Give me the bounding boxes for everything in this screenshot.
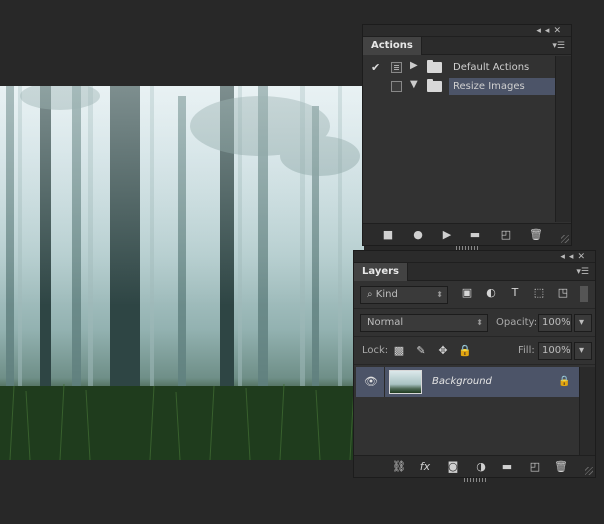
resize-grip[interactable] xyxy=(561,235,569,243)
opacity-label: Opacity: xyxy=(496,317,538,328)
adjustment-filter-icon[interactable]: ◐ xyxy=(484,286,498,300)
dialog-toggle-icon[interactable] xyxy=(391,81,402,92)
stop-icon[interactable]: ■ xyxy=(381,228,395,242)
folder-open-icon xyxy=(427,79,442,92)
actions-tabbar: Actions ▾☰ xyxy=(363,37,571,55)
lock-label: Lock: xyxy=(362,345,389,356)
actions-bottom-bar: ■ ● ▶ ▬ ◰ 🗑 xyxy=(363,223,571,245)
smart-object-filter-icon[interactable]: ◳ xyxy=(556,286,570,300)
checkmark-icon[interactable]: ✔ xyxy=(371,61,383,74)
lock-row: Lock: ▩ ✎ ✥ 🔒 Fill: 100% ▾ xyxy=(358,340,594,362)
lock-image-brush-icon[interactable]: ✎ xyxy=(414,344,428,358)
filter-kind-select[interactable]: ⌕ Kind ⬍ xyxy=(360,286,448,304)
type-filter-icon[interactable]: T xyxy=(508,286,522,300)
panel-menu-icon[interactable]: ▾☰ xyxy=(576,263,589,281)
layers-bottom-bar: ⛓ fx ◙ ◑ ▬ ◰ 🗑 xyxy=(354,455,595,477)
foggy-forest-image xyxy=(0,86,364,460)
layers-panel-topbar: ◂◂✕ xyxy=(354,251,595,263)
resize-grip[interactable] xyxy=(585,467,593,475)
chevron-down-icon: ▾ xyxy=(579,317,585,328)
double-chevron-left-icon[interactable]: ◂◂ xyxy=(536,26,553,36)
updown-icon: ⬍ xyxy=(436,290,443,299)
fill-dropdown[interactable]: ▾ xyxy=(574,342,592,360)
eye-visibility-icon[interactable]: 👁 xyxy=(364,375,378,389)
chevron-down-icon: ▾ xyxy=(579,345,585,356)
play-icon[interactable]: ▶ xyxy=(440,228,454,242)
tab-layers[interactable]: Layers xyxy=(354,263,408,281)
action-set-label: Resize Images xyxy=(453,81,525,92)
layers-scrollbar[interactable] xyxy=(579,367,595,455)
opacity-dropdown[interactable]: ▾ xyxy=(574,314,592,332)
shape-filter-icon[interactable]: ⬚ xyxy=(532,286,546,300)
filter-toggle-switch[interactable] xyxy=(580,286,588,302)
dialog-toggle-icon[interactable] xyxy=(391,62,402,73)
mask-icon[interactable]: ◙ xyxy=(446,460,460,474)
layer-thumbnail xyxy=(389,370,422,394)
trash-icon[interactable]: 🗑 xyxy=(554,460,568,474)
fill-label: Fill: xyxy=(518,345,535,356)
group-folder-icon[interactable]: ▬ xyxy=(500,460,514,474)
actions-panel-topbar: ◂◂✕ xyxy=(363,25,571,37)
new-action-icon[interactable]: ◰ xyxy=(499,228,513,242)
action-set-resize-images[interactable]: ▼ Resize Images xyxy=(363,77,555,96)
trash-icon[interactable]: 🗑 xyxy=(529,228,543,242)
fx-icon[interactable]: fx xyxy=(418,460,432,474)
double-chevron-left-icon[interactable]: ◂◂ xyxy=(560,252,577,262)
tab-actions[interactable]: Actions xyxy=(363,37,422,55)
close-icon[interactable]: ✕ xyxy=(577,252,589,262)
folder-icon xyxy=(427,60,442,73)
lock-icon[interactable]: 🔒 xyxy=(558,376,570,388)
fill-input[interactable]: 100% xyxy=(538,342,572,360)
expand-arrow-icon[interactable]: ▶ xyxy=(410,60,418,71)
lock-position-move-icon[interactable]: ✥ xyxy=(436,344,450,358)
lock-transparent-icon[interactable]: ▩ xyxy=(392,344,406,358)
close-icon[interactable]: ✕ xyxy=(553,26,565,36)
actions-panel: ◂◂✕ Actions ▾☰ ✔ ▶ Default Actions ▼ Res… xyxy=(362,24,572,250)
adjustment-icon[interactable]: ◑ xyxy=(474,460,488,474)
blend-row: Normal ⬍ Opacity: 100% ▾ xyxy=(358,312,594,334)
search-icon: ⌕ xyxy=(367,289,373,300)
updown-icon: ⬍ xyxy=(476,318,483,327)
filter-kind-value: Kind xyxy=(375,289,398,300)
lock-all-icon[interactable]: 🔒 xyxy=(458,344,472,358)
panel-menu-icon[interactable]: ▾☰ xyxy=(552,37,565,55)
layers-panel: ◂◂✕ Layers ▾☰ ⌕ Kind ⬍ ▣ ◐ T ⬚ ◳ Normal … xyxy=(353,250,596,482)
new-set-folder-icon[interactable]: ▬ xyxy=(468,228,482,242)
link-icon[interactable]: ⛓ xyxy=(392,460,406,474)
layer-filter-row: ⌕ Kind ⬍ ▣ ◐ T ⬚ ◳ xyxy=(358,284,594,306)
new-layer-icon[interactable]: ◰ xyxy=(528,460,542,474)
layer-row-background[interactable]: 👁 Background 🔒 xyxy=(356,367,580,397)
layers-tabbar: Layers ▾☰ xyxy=(354,263,595,281)
blend-mode-value: Normal xyxy=(367,317,404,328)
action-set-default-actions[interactable]: ✔ ▶ Default Actions xyxy=(363,58,555,77)
blend-mode-select[interactable]: Normal ⬍ xyxy=(360,314,488,332)
actions-scrollbar[interactable] xyxy=(555,56,571,222)
action-set-label: Default Actions xyxy=(453,62,530,73)
opacity-input[interactable]: 100% xyxy=(538,314,572,332)
panel-grip[interactable] xyxy=(463,478,486,482)
collapse-arrow-icon[interactable]: ▼ xyxy=(410,79,418,90)
layer-name[interactable]: Background xyxy=(432,367,492,397)
record-icon[interactable]: ● xyxy=(411,228,425,242)
pixel-filter-icon[interactable]: ▣ xyxy=(460,286,474,300)
document-canvas[interactable] xyxy=(0,86,364,460)
